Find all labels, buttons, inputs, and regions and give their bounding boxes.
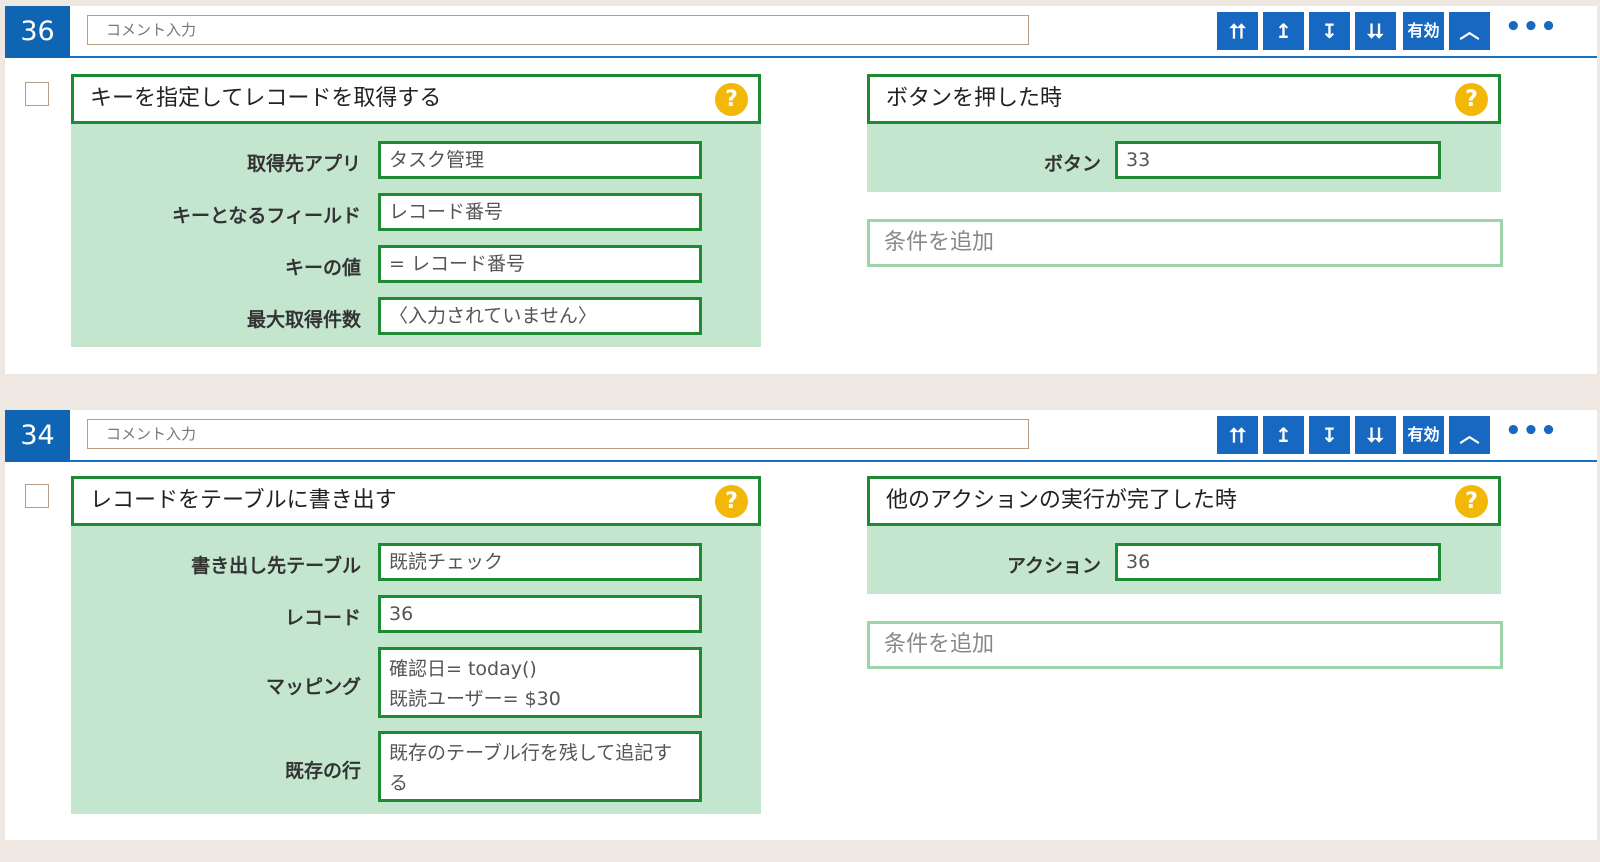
more-horizontal-icon: •••: [1505, 12, 1558, 42]
collapse-button[interactable]: ︿: [1449, 12, 1490, 50]
field-value[interactable]: 既読チェック: [378, 543, 702, 581]
field-label: レコード: [284, 607, 361, 629]
field-value[interactable]: = レコード番号: [378, 245, 702, 283]
field-value[interactable]: レコード番号: [378, 193, 702, 231]
help-icon[interactable]: ?: [715, 83, 748, 116]
field-value[interactable]: 36: [1115, 543, 1441, 581]
field-label: キーとなるフィールド: [171, 205, 361, 227]
value-line: 既存のテーブル行を残して追記す: [389, 742, 673, 764]
action-number-badge: 34: [5, 410, 70, 462]
field-value[interactable]: 確認日= today() 既読ユーザー= $30: [378, 647, 702, 718]
field-value[interactable]: 36: [378, 595, 702, 633]
move-down-icon: ↧: [1321, 19, 1338, 43]
field-label: 書き出し先テーブル: [191, 555, 361, 577]
move-up-icon: ↥: [1275, 423, 1292, 447]
move-to-bottom-icon: ⮇: [1367, 19, 1384, 43]
move-up-button[interactable]: ↥: [1263, 12, 1304, 50]
move-up-button[interactable]: ↥: [1263, 416, 1304, 454]
select-checkbox[interactable]: [25, 82, 49, 106]
action-fields-panel: 取得先アプリ タスク管理 キーとなるフィールド レコード番号 キーの値 = レコ…: [71, 124, 761, 347]
trigger-title: 他のアクションの実行が完了した時: [886, 488, 1237, 513]
move-to-top-button[interactable]: ⮅: [1217, 12, 1258, 50]
help-icon[interactable]: ?: [715, 485, 748, 518]
action-title-box[interactable]: キーを指定してレコードを取得する ?: [71, 74, 761, 124]
field-label: キーの値: [284, 257, 361, 279]
more-horizontal-icon: •••: [1505, 416, 1558, 446]
action-fields-panel: 書き出し先テーブル 既読チェック レコード 36 マッピング 確認日= toda…: [71, 526, 761, 814]
move-down-button[interactable]: ↧: [1309, 12, 1350, 50]
field-label: アクション: [1006, 555, 1101, 577]
value-line: る: [389, 772, 409, 794]
field-label: 既存の行: [284, 760, 361, 782]
field-value[interactable]: 33: [1115, 141, 1441, 179]
move-to-top-icon: ⮅: [1229, 19, 1246, 43]
move-to-bottom-button[interactable]: ⮇: [1355, 12, 1396, 50]
field-label: 最大取得件数: [246, 309, 361, 331]
trigger-title-box[interactable]: 他のアクションの実行が完了した時 ?: [867, 476, 1501, 526]
chevron-up-icon: ︿: [1459, 19, 1480, 43]
trigger-fields-panel: ボタン 33: [867, 124, 1501, 192]
action-title-box[interactable]: レコードをテーブルに書き出す ?: [71, 476, 761, 526]
move-to-top-icon: ⮅: [1229, 423, 1246, 447]
collapse-button[interactable]: ︿: [1449, 416, 1490, 454]
select-checkbox[interactable]: [25, 484, 49, 508]
move-to-bottom-icon: ⮇: [1367, 423, 1384, 447]
trigger-fields-panel: アクション 36: [867, 526, 1501, 594]
help-icon[interactable]: ?: [1455, 485, 1488, 518]
comment-input[interactable]: [87, 419, 1029, 449]
field-value[interactable]: タスク管理: [378, 141, 702, 179]
field-label: ボタン: [1043, 153, 1101, 175]
card-header: 34 ⮅ ↥ ↧ ⮇ 有効 ︿ •••: [5, 410, 1597, 462]
enabled-toggle-button[interactable]: 有効: [1403, 12, 1444, 50]
move-to-top-button[interactable]: ⮅: [1217, 416, 1258, 454]
help-icon[interactable]: ?: [1455, 83, 1488, 116]
trigger-title-box[interactable]: ボタンを押した時 ?: [867, 74, 1501, 124]
field-value[interactable]: 既存のテーブル行を残して追記す る: [378, 731, 702, 802]
comment-input[interactable]: [87, 15, 1029, 45]
field-label: 取得先アプリ: [246, 153, 361, 175]
action-title: キーを指定してレコードを取得する: [90, 86, 442, 111]
chevron-up-icon: ︿: [1459, 423, 1480, 447]
move-to-bottom-button[interactable]: ⮇: [1355, 416, 1396, 454]
move-down-button[interactable]: ↧: [1309, 416, 1350, 454]
add-condition-button[interactable]: 条件を追加: [867, 621, 1503, 669]
mapping-line: 既読ユーザー= $30: [389, 688, 561, 710]
move-down-icon: ↧: [1321, 423, 1338, 447]
action-card: 36 ⮅ ↥ ↧ ⮇ 有効 ︿ ••• キーを指定してレコードを取得する ? 取…: [5, 6, 1597, 374]
field-label: マッピング: [265, 676, 361, 698]
add-condition-button[interactable]: 条件を追加: [867, 219, 1503, 267]
action-card: 34 ⮅ ↥ ↧ ⮇ 有効 ︿ ••• レコードをテーブルに書き出す ? 書き出…: [5, 410, 1597, 840]
trigger-title: ボタンを押した時: [886, 86, 1063, 111]
card-header: 36 ⮅ ↥ ↧ ⮇ 有効 ︿ •••: [5, 6, 1597, 58]
action-number-badge: 36: [5, 6, 70, 58]
enabled-toggle-button[interactable]: 有効: [1403, 416, 1444, 454]
move-up-icon: ↥: [1275, 19, 1292, 43]
mapping-line: 確認日= today(): [389, 658, 537, 680]
field-value[interactable]: 〈入力されていません〉: [378, 297, 702, 335]
action-title: レコードをテーブルに書き出す: [90, 488, 397, 513]
more-options-button[interactable]: •••: [1505, 416, 1557, 454]
more-options-button[interactable]: •••: [1505, 12, 1557, 50]
